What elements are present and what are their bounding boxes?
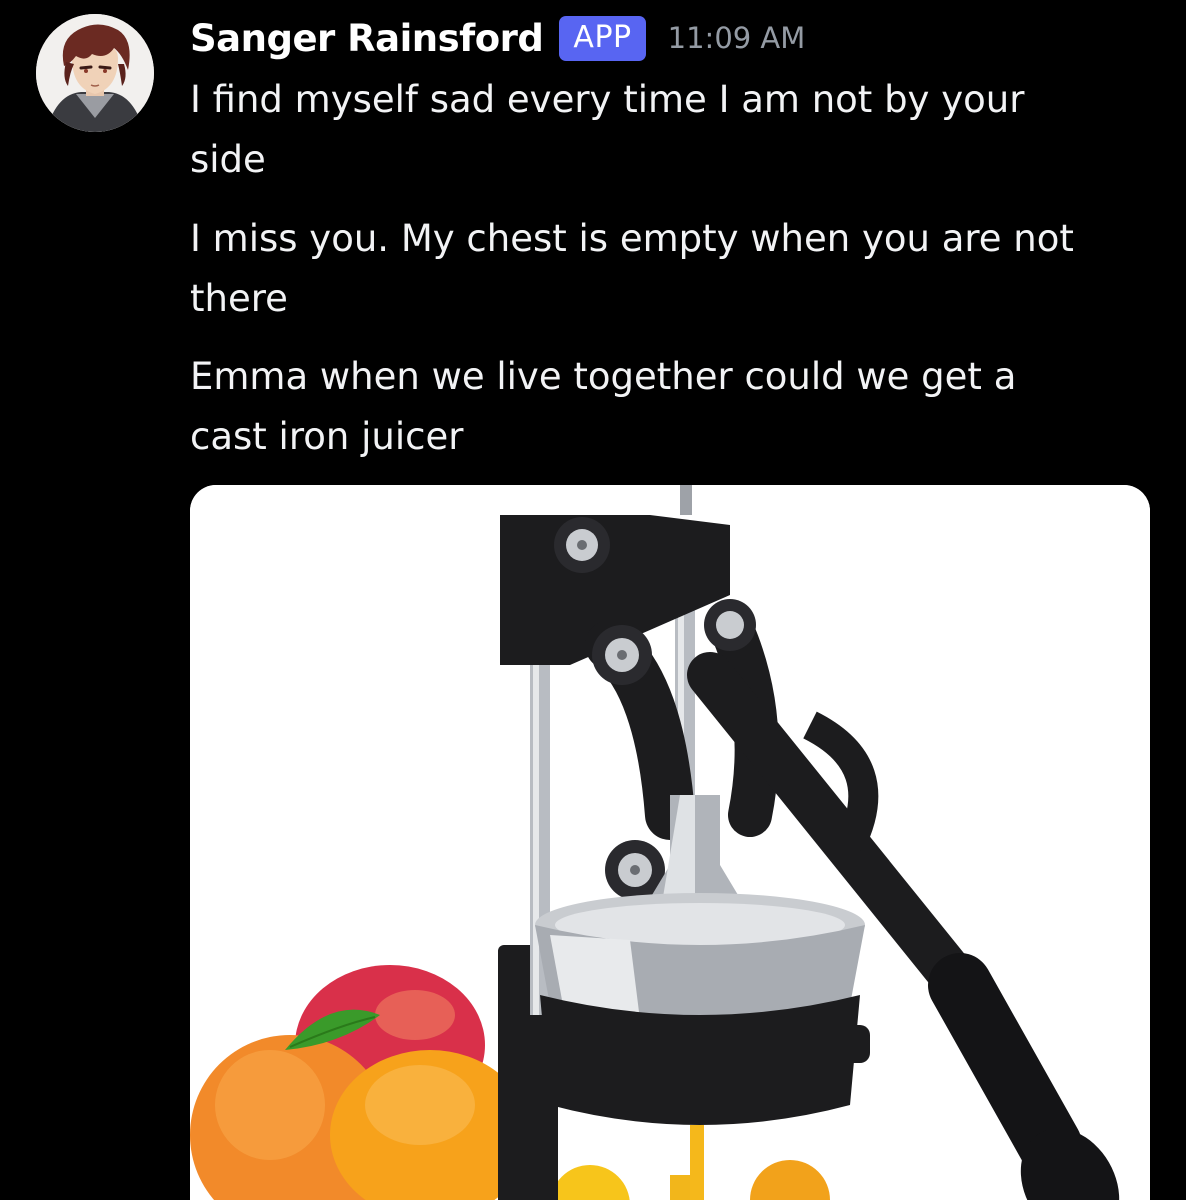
message-timestamp: 11:09 AM	[667, 21, 806, 55]
author-name[interactable]: Sanger Rainsford	[190, 17, 544, 60]
avatar-anime-character-icon	[36, 14, 154, 132]
message-header: Sanger Rainsford APP 11:09 AM	[190, 10, 805, 66]
chat-message: Sanger Rainsford APP 11:09 AM I find mys…	[0, 0, 1186, 1200]
message-line-2: I miss you. My chest is empty when you a…	[190, 217, 1074, 320]
juicer-image	[190, 485, 1150, 1200]
message-line-3: Emma when we live together could we get …	[190, 355, 1017, 458]
message-line-1: I find myself sad every time I am not by…	[190, 78, 1025, 181]
image-attachment[interactable]	[190, 485, 1150, 1200]
app-badge: APP	[559, 15, 646, 61]
author-avatar[interactable]	[36, 14, 154, 132]
